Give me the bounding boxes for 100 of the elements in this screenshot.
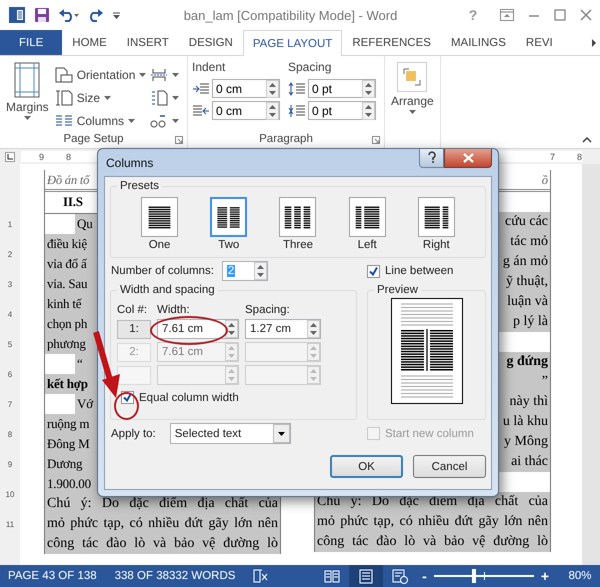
size-button[interactable]: Size [54,89,146,107]
orientation-button[interactable]: Orientation [54,66,146,84]
caret-icon [172,96,180,100]
line-numbers-button[interactable] [150,89,180,107]
caret-icon [128,119,136,123]
ruler-number: 9 [39,152,44,162]
web-view-icon [392,568,408,584]
zoom-level[interactable]: 80% [560,570,600,582]
page-count[interactable]: PAGE 43 OF 138 [8,570,97,582]
help-icon [426,150,436,162]
checkmark-icon [123,393,132,402]
spin-icon [307,320,320,338]
caret-icon [172,119,180,123]
margins-icon [14,62,40,98]
ruler-number: 9 [8,458,12,470]
ok-button[interactable]: OK [330,455,403,478]
group-label: Width and spacing [119,284,216,296]
arrange-icon [397,62,428,92]
maximize-icon[interactable] [554,9,566,21]
ribbon-options-icon[interactable] [500,9,514,21]
collapse-ribbon-icon[interactable] [582,137,592,143]
spin-icon [362,102,375,120]
spacing-field[interactable]: 1.27 cm [245,319,321,339]
spin-icon [266,102,279,120]
customize-icon[interactable] [112,10,121,20]
print-view-button[interactable] [349,565,384,587]
spin-icon [307,343,320,361]
spin-icon [254,262,267,280]
zoom-out-button[interactable]: - [417,568,432,584]
caret-icon [24,116,31,120]
ribbon-tab[interactable]: INSERT [116,30,179,55]
ribbon-tab[interactable]: PAGE LAYOUT [242,30,342,56]
dropdown-icon [272,424,290,443]
columns-preset-icon [279,197,316,237]
ruler-number: 6 [8,368,12,380]
field-label: Spacing [288,60,332,76]
read-view-icon [324,568,340,584]
margins-button[interactable]: Margins [4,60,51,130]
dialog-launcher-icon[interactable] [175,136,183,144]
width-field[interactable] [157,365,239,385]
tab-stop-icon[interactable] [5,152,15,162]
spacing-before-icon [288,82,306,96]
dialog-launcher-icon[interactable] [372,136,380,144]
apply-to-dropdown[interactable]: Selected text [170,423,291,444]
spin-icon [225,320,238,338]
spacing-after-field[interactable]: 0 pt [308,101,376,120]
ruler-number: 8 [8,428,12,440]
proofing-icon[interactable] [253,569,270,583]
checkbox[interactable] [367,264,380,278]
save-icon[interactable] [34,7,50,23]
spacing-before-field[interactable]: 0 pt [308,79,376,98]
redo-icon[interactable] [88,8,104,22]
scroll-right-icon[interactable] [590,36,598,48]
line-numbers-icon [150,90,168,106]
ribbon-tab[interactable]: REFERENCES [342,30,441,55]
preset-option[interactable]: Three [279,197,316,251]
caret-icon [408,110,416,114]
field-label: Indent [192,60,226,76]
word-count[interactable]: 338 OF 38332 WORDS [114,570,236,582]
orientation-icon [54,67,73,83]
spin-icon [307,366,320,384]
ruler-number: 7 [8,398,12,410]
undo-icon[interactable] [58,8,80,22]
app-icon [8,6,26,24]
ribbon-tab[interactable]: MAILINGS [440,30,516,55]
ruler-number: 8 [576,152,582,162]
spacing-field[interactable] [245,342,321,362]
column-header: Col #: [117,304,148,316]
slider-thumb[interactable] [472,569,476,583]
breaks-button[interactable] [150,66,180,84]
cancel-button[interactable]: Cancel [413,455,486,478]
indent-right-field[interactable]: 0 cm [212,101,280,120]
hyphenation-icon [150,113,168,129]
document-text: mỏ phức tạp, có nhiều đứt gãy lớn nên [45,514,280,534]
spacing-field[interactable] [245,365,321,385]
group-label: Presets [119,180,160,192]
ribbon-tab[interactable]: HOME [62,30,117,55]
caret-icon [139,73,146,77]
spin-icon [266,80,279,98]
close-button[interactable] [444,149,492,168]
arrange-button[interactable]: Arrange [389,60,436,116]
file-tab[interactable]: FILE [0,30,62,55]
help-button[interactable] [419,149,444,168]
spin-icon [362,80,375,98]
columns-preset-icon [210,197,248,237]
close-icon[interactable] [580,9,592,21]
field-label: Number of columns: [111,265,214,277]
caret-icon [172,73,180,77]
spin-icon [225,366,238,384]
ribbon-tab[interactable]: DESIGN [178,30,243,55]
ruler-number: 3 [8,278,12,290]
width-field[interactable]: 7.61 cm [157,319,239,339]
zoom-in-button[interactable]: + [536,568,554,584]
columns-button[interactable]: Columns [54,112,146,130]
column-number: 2: [117,342,151,362]
highlight-circle [114,392,139,420]
ribbon-tab[interactable]: REVI [516,30,563,55]
indent-left-field[interactable]: 0 cm [212,79,280,98]
column-number: 1: [117,320,151,338]
close-icon [462,153,474,163]
